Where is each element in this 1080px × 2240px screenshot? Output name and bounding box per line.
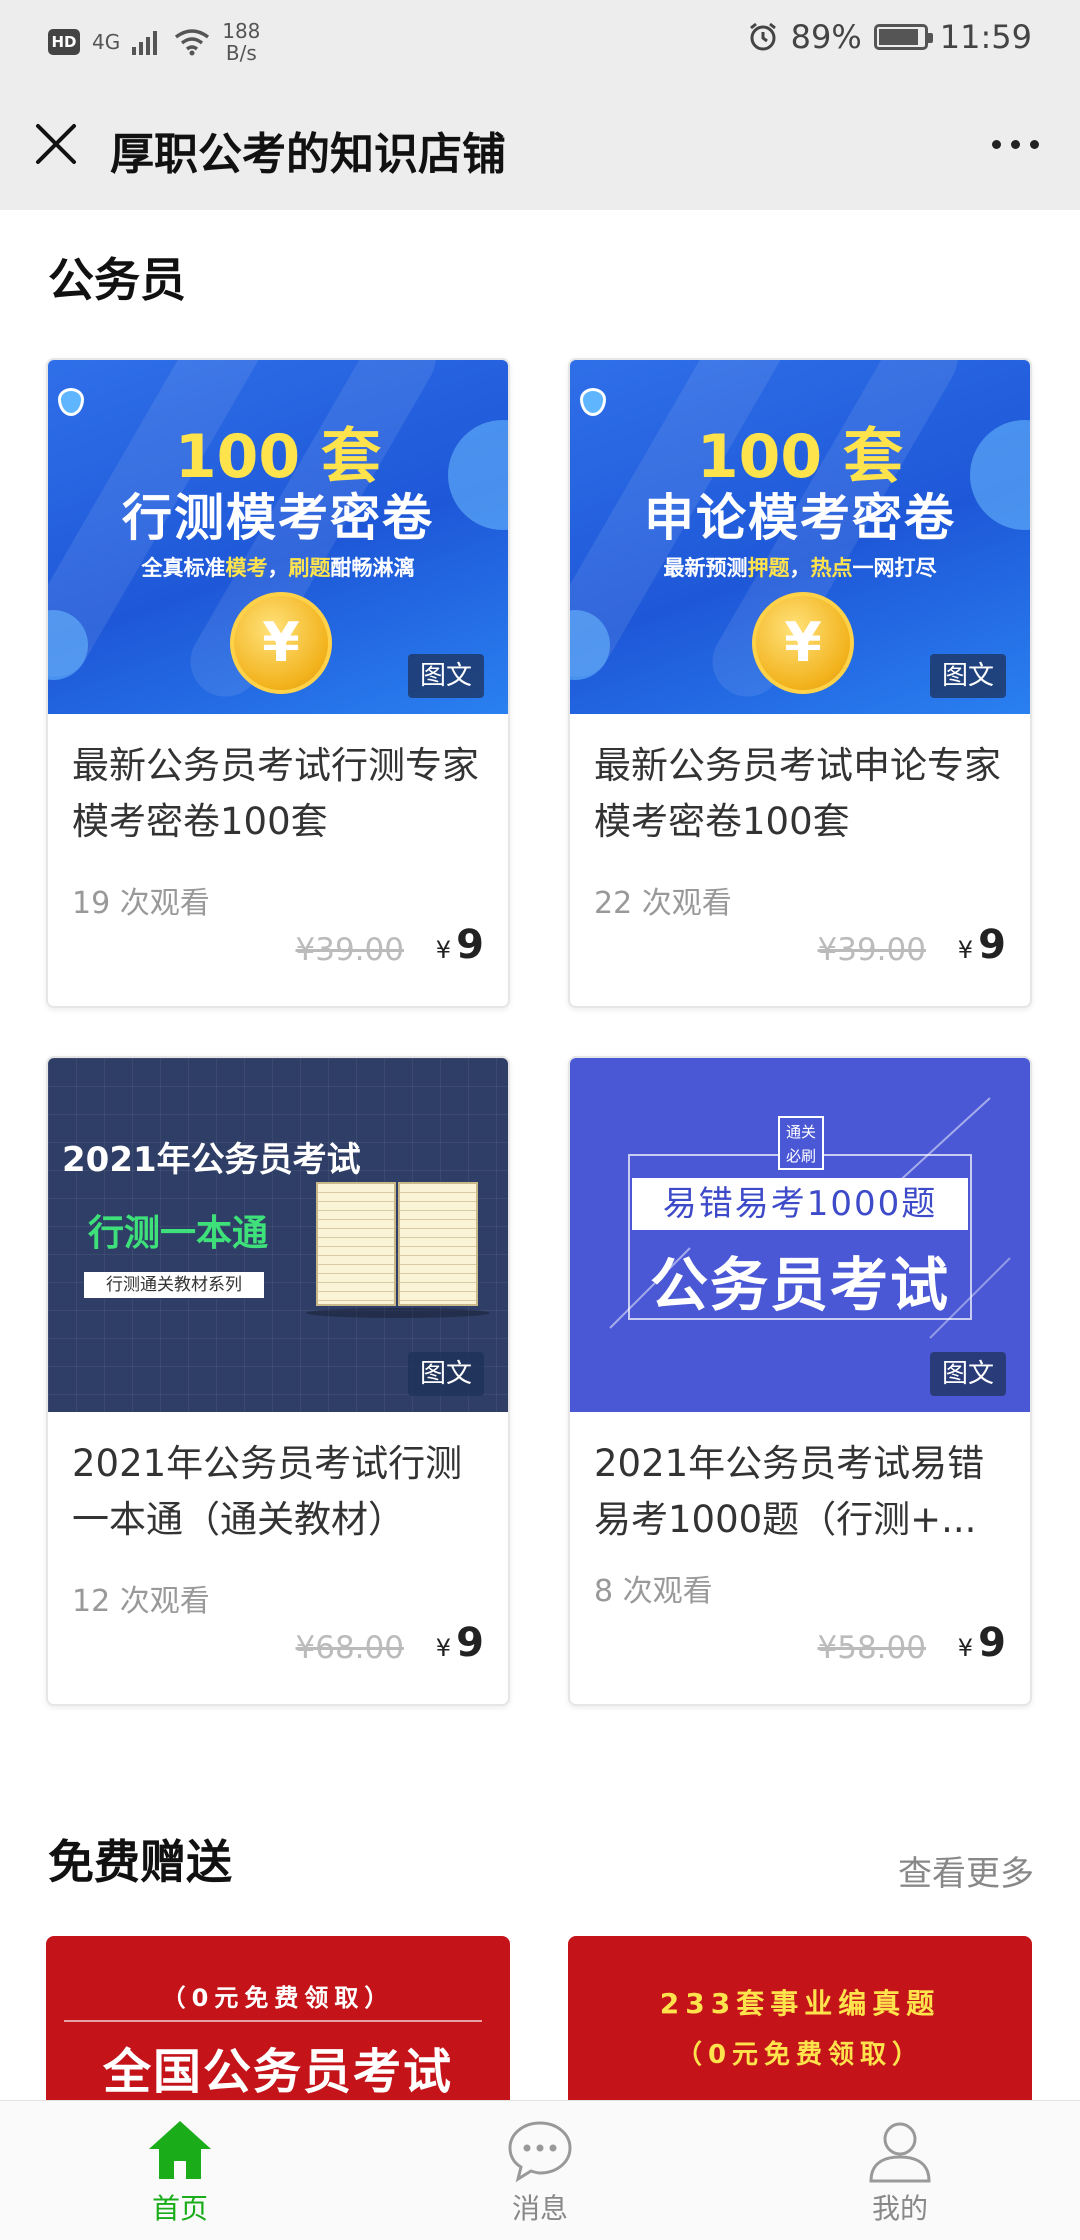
tab-home[interactable]: 首页 bbox=[0, 2101, 360, 2240]
more-options-icon[interactable] bbox=[980, 122, 1050, 166]
profile-icon bbox=[869, 2122, 931, 2183]
image-tagline: 行测通关教材系列 bbox=[84, 1272, 264, 1298]
section-title: 公务员 bbox=[48, 253, 186, 307]
product-image: 2021年公务员考试 行测一本通 行测通关教材系列 图文 bbox=[48, 1058, 508, 1412]
current-price: ¥ 9 bbox=[435, 922, 484, 968]
original-price: ¥39.00 bbox=[295, 932, 404, 968]
product-title: 最新公务员考试行测专家模考密卷100套 bbox=[72, 744, 479, 843]
bottom-tab-bar: 首页 消息 我的 bbox=[0, 2100, 1080, 2240]
product-card[interactable]: 通关 必刷 易错易考1000题 公务员考试 图文 2021年公务员考试易错易考1… bbox=[568, 1056, 1032, 1706]
product-image: 100 套 行测模考密卷 全真标准模考，刷题酣畅淋漓 ¥ 图文 bbox=[48, 360, 508, 714]
tab-profile[interactable]: 我的 bbox=[720, 2101, 1080, 2240]
product-title: 2021年公务员考试易错易考1000题（行测+... bbox=[594, 1442, 985, 1541]
battery-level bbox=[878, 29, 918, 45]
image-subheading: 易错易考1000题 bbox=[632, 1178, 968, 1230]
nav-bar: 厚职公考的知识店铺 bbox=[0, 80, 1080, 210]
product-title: 2021年公务员考试行测一本通（通关教材） bbox=[72, 1442, 463, 1541]
close-icon[interactable] bbox=[28, 116, 84, 172]
content-type-tag: 图文 bbox=[408, 654, 484, 698]
original-price: ¥39.00 bbox=[817, 932, 926, 968]
signal-icon bbox=[132, 31, 158, 55]
original-price: ¥68.00 bbox=[295, 1630, 404, 1666]
product-card[interactable]: 2021年公务员考试 行测一本通 行测通关教材系列 图文 2021年公务员考试行… bbox=[46, 1056, 510, 1706]
image-heading: 公务员考试 bbox=[649, 1251, 950, 1319]
network-speed: 188 B/s bbox=[222, 20, 260, 64]
book-icon bbox=[316, 1182, 480, 1306]
view-count: 19 次观看 bbox=[72, 886, 210, 921]
status-right: 89% 11:59 bbox=[747, 18, 1032, 56]
free-product-card[interactable]: 233套事业编真题 （0元免费领取） bbox=[568, 1936, 1032, 2100]
status-left: HD 4G 188 B/s bbox=[48, 20, 260, 64]
tab-label: 首页 bbox=[151, 2192, 208, 2225]
network-type: 4G bbox=[92, 30, 121, 54]
product-image: 100 套 申论模考密卷 最新预测押题，热点一网打尽 ¥ 图文 bbox=[570, 360, 1030, 714]
image-tagline: （0元免费领取） bbox=[161, 1984, 395, 2012]
free-product-card[interactable]: （0元免费领取） 全国公务员考试 bbox=[46, 1936, 510, 2100]
image-subheading: 行测一本通 bbox=[88, 1213, 269, 1254]
speed-value: 188 bbox=[222, 19, 261, 43]
speed-unit: B/s bbox=[225, 41, 257, 65]
tab-label: 我的 bbox=[871, 2192, 928, 2225]
coin-icon: ¥ bbox=[752, 592, 854, 694]
message-icon bbox=[508, 2121, 572, 2183]
current-price: ¥ 9 bbox=[957, 1620, 1006, 1666]
clock: 11:59 bbox=[939, 18, 1032, 56]
current-price: ¥ 9 bbox=[957, 922, 1006, 968]
status-bar: HD 4G 188 B/s 89% 11:59 bbox=[0, 0, 1080, 80]
image-subheading: 申论模考密卷 bbox=[644, 489, 956, 547]
wifi-icon bbox=[175, 29, 210, 56]
coin-icon: ¥ bbox=[230, 592, 332, 694]
image-tagline: 全真标准模考，刷题酣畅淋漓 bbox=[141, 556, 415, 580]
image-subheading: 行测模考密卷 bbox=[122, 489, 434, 547]
image-heading: 全国公务员考试 bbox=[102, 2044, 453, 2100]
image-tagline: （0元免费领取） bbox=[675, 2040, 925, 2070]
section-civil-servant: 公务员 100 套 行测模考密卷 全真标准模考，刷题酣畅淋漓 ¥ 图文 最新公务… bbox=[0, 210, 1080, 1750]
content-type-tag: 图文 bbox=[930, 654, 1006, 698]
image-tagline: 最新预测押题，热点一网打尽 bbox=[663, 556, 937, 580]
view-count: 22 次观看 bbox=[594, 886, 732, 921]
page-title: 厚职公考的知识店铺 bbox=[110, 129, 506, 180]
tab-messages[interactable]: 消息 bbox=[360, 2101, 720, 2240]
main-content[interactable]: 公务员 100 套 行测模考密卷 全真标准模考，刷题酣畅淋漓 ¥ 图文 最新公务… bbox=[0, 210, 1080, 2100]
image-badge: 通关 必刷 bbox=[778, 1116, 824, 1170]
battery-percent: 89% bbox=[790, 18, 862, 56]
section-title: 免费赠送 bbox=[48, 1835, 232, 1889]
section-free-gifts: 免费赠送 查看更多 （0元免费领取） 全国公务员考试 233套事业编真题 （0元… bbox=[0, 1750, 1080, 2100]
image-heading: 233套事业编真题 bbox=[659, 1987, 941, 2020]
content-type-tag: 图文 bbox=[408, 1352, 484, 1396]
current-price: ¥ 9 bbox=[435, 1620, 484, 1666]
view-count: 12 次观看 bbox=[72, 1584, 210, 1619]
product-card[interactable]: 100 套 行测模考密卷 全真标准模考，刷题酣畅淋漓 ¥ 图文 最新公务员考试行… bbox=[46, 358, 510, 1008]
view-count: 8 次观看 bbox=[594, 1574, 713, 1609]
view-more-link[interactable]: 查看更多 bbox=[898, 1846, 1034, 1895]
image-heading: 2021年公务员考试 bbox=[62, 1140, 361, 1180]
product-card[interactable]: 100 套 申论模考密卷 最新预测押题，热点一网打尽 ¥ 图文 最新公务员考试申… bbox=[568, 358, 1032, 1008]
hd-icon: HD bbox=[48, 29, 80, 55]
alarm-icon bbox=[749, 22, 776, 51]
home-icon bbox=[149, 2121, 211, 2179]
product-title: 最新公务员考试申论专家模考密卷100套 bbox=[594, 744, 1001, 843]
product-image: 通关 必刷 易错易考1000题 公务员考试 图文 bbox=[570, 1058, 1030, 1412]
content-type-tag: 图文 bbox=[930, 1352, 1006, 1396]
original-price: ¥58.00 bbox=[817, 1630, 926, 1666]
battery-icon bbox=[873, 24, 933, 50]
tab-label: 消息 bbox=[511, 2192, 568, 2225]
